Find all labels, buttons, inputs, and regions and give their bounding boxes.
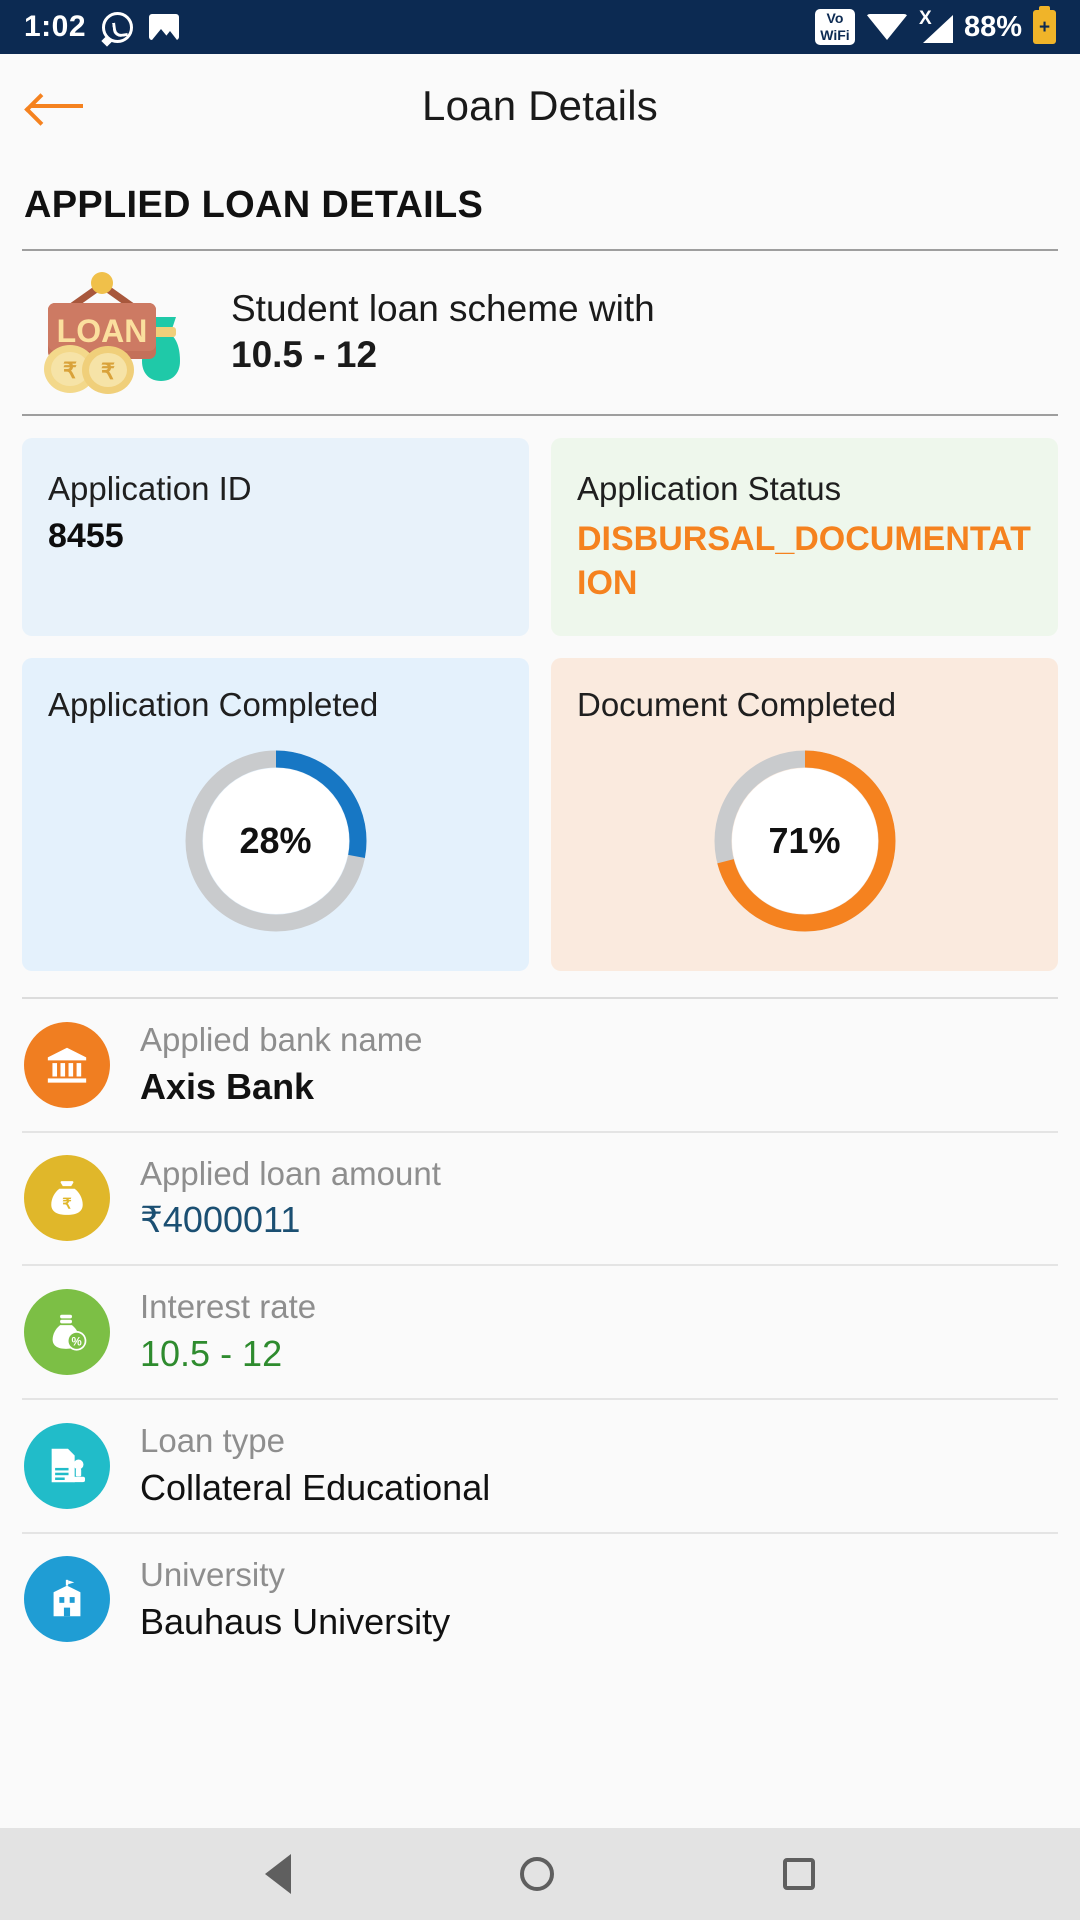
status-bar-right: Vo WiFi X 88% +	[814, 6, 1056, 45]
signal-no-sim-icon: X	[919, 8, 953, 43]
detail-row-bank[interactable]: Applied bank name Axis Bank	[0, 999, 1080, 1131]
battery-percent: 88%	[963, 10, 1022, 43]
android-nav-bar	[0, 1828, 1080, 1920]
wifi-icon	[865, 14, 908, 40]
card-application-status[interactable]: Application Status DISBURSAL_DOCUMENTATI…	[551, 438, 1058, 636]
vowifi-line1: Vo	[826, 10, 844, 26]
main-content: APPLIED LOAN DETAILS LOAN ₹ ₹ Student lo…	[0, 158, 1080, 1828]
svg-text:₹: ₹	[101, 359, 115, 384]
vowifi-line2: WiFi	[820, 27, 850, 43]
phone-screen: 1:02 Vo WiFi X 88% + Loan Details APPLIE…	[0, 0, 1080, 1920]
summary-cards-row-2: Application Completed 28% Document Compl…	[22, 657, 1058, 971]
battery-icon: +	[1033, 6, 1056, 44]
detail-row-university-texts: University Bauhaus University	[140, 1554, 450, 1646]
detail-row-interest[interactable]: % Interest rate 10.5 - 12	[0, 1266, 1080, 1398]
section-title: APPLIED LOAN DETAILS	[24, 184, 484, 226]
svg-text:₹: ₹	[63, 358, 77, 383]
card-application-id-label: Application ID	[48, 470, 252, 507]
document-completed-chart: 71%	[577, 741, 1032, 941]
document-completed-donut: 71%	[705, 741, 905, 941]
loan-scheme-text: Student loan scheme with 10.5 - 12	[231, 286, 655, 377]
summary-cards: Application ID 8455 Application Status D…	[0, 416, 1080, 971]
status-badge: DISBURSAL_DOCUMENTATION	[577, 520, 1031, 603]
application-completed-chart: 28%	[48, 741, 503, 941]
loan-sign-money-bag-illustration: LOAN ₹ ₹	[24, 269, 209, 394]
card-application-completed[interactable]: Application Completed 28%	[22, 657, 529, 971]
image-icon	[149, 14, 180, 40]
detail-value: Collateral Educational	[140, 1466, 491, 1508]
money-bag-icon: ₹	[24, 1155, 110, 1242]
back-button[interactable]	[0, 91, 110, 121]
detail-value: Axis Bank	[140, 1065, 315, 1107]
bank-icon	[24, 1021, 110, 1108]
summary-cards-row-1: Application ID 8455 Application Status D…	[22, 438, 1058, 636]
application-completed-donut: 28%	[176, 741, 376, 941]
status-bar: 1:02 Vo WiFi X 88% +	[0, 0, 1080, 54]
detail-value: Bauhaus University	[140, 1600, 451, 1642]
svg-text:%: %	[71, 1337, 81, 1349]
nav-back-icon[interactable]	[264, 1854, 291, 1894]
svg-text:LOAN: LOAN	[57, 313, 148, 349]
card-application-id[interactable]: Application ID 8455	[22, 438, 529, 636]
loan-scheme-rate: 10.5 - 12	[231, 333, 378, 375]
svg-text:₹: ₹	[62, 1197, 71, 1213]
detail-row-university[interactable]: University Bauhaus University	[0, 1534, 1080, 1666]
status-bar-left: 1:02	[24, 10, 180, 44]
loan-scheme-label: Student loan scheme with	[231, 288, 655, 329]
loan-scheme-row: LOAN ₹ ₹ Student loan scheme with 10.5 -…	[0, 251, 1080, 414]
detail-row-loan-type[interactable]: Loan type Collateral Educational	[0, 1400, 1080, 1532]
detail-label: Interest rate	[140, 1288, 317, 1326]
detail-value: 10.5 - 12	[140, 1333, 283, 1375]
status-time: 1:02	[24, 10, 87, 43]
loan-details-list: Applied bank name Axis Bank ₹ Applied lo…	[0, 996, 1080, 1666]
detail-label: Loan type	[140, 1421, 285, 1459]
document-stamp-icon	[24, 1422, 110, 1509]
nav-recent-icon[interactable]	[783, 1858, 816, 1890]
interest-percent-icon: %	[24, 1289, 110, 1376]
card-application-status-label: Application Status	[577, 470, 842, 507]
detail-row-amount[interactable]: ₹ Applied loan amount ₹4000011	[0, 1133, 1080, 1265]
detail-label: University	[140, 1555, 285, 1593]
page-title: Loan Details	[422, 82, 658, 129]
detail-value: ₹4000011	[140, 1199, 301, 1241]
card-application-id-value: 8455	[48, 517, 124, 556]
detail-row-loan-type-texts: Loan type Collateral Educational	[140, 1420, 490, 1512]
card-document-completed-label: Document Completed	[577, 685, 897, 723]
nav-home-icon[interactable]	[519, 1857, 554, 1891]
detail-row-interest-texts: Interest rate 10.5 - 12	[140, 1286, 316, 1378]
back-arrow-icon	[27, 91, 83, 121]
detail-label: Applied loan amount	[140, 1154, 441, 1192]
detail-row-amount-texts: Applied loan amount ₹4000011	[140, 1153, 441, 1245]
vowifi-icon: Vo WiFi	[814, 9, 855, 45]
application-completed-percent: 28%	[239, 819, 312, 861]
card-application-completed-label: Application Completed	[48, 685, 379, 723]
university-building-icon	[24, 1556, 110, 1643]
whatsapp-icon	[102, 11, 134, 43]
app-bar: Loan Details	[0, 54, 1080, 158]
card-document-completed[interactable]: Document Completed 71%	[551, 657, 1058, 971]
document-completed-percent: 71%	[768, 819, 841, 861]
detail-label: Applied bank name	[140, 1020, 423, 1058]
detail-row-bank-texts: Applied bank name Axis Bank	[140, 1019, 423, 1111]
